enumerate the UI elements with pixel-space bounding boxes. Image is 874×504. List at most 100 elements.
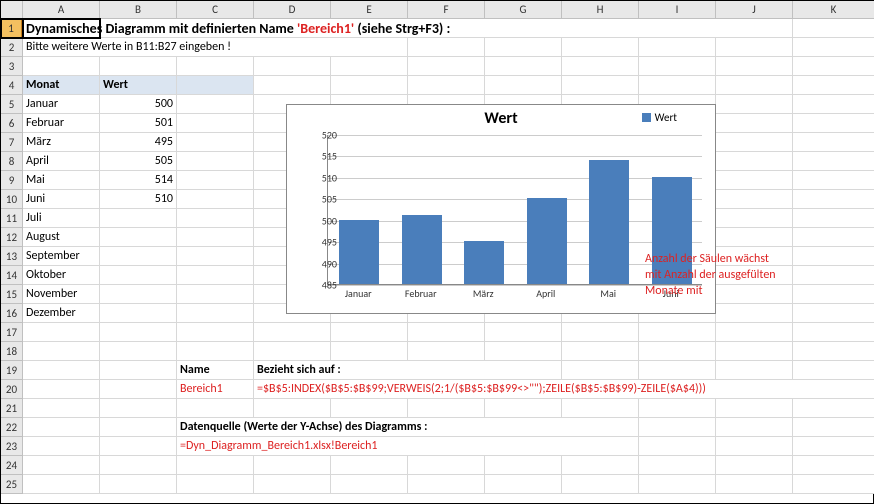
row-header-15[interactable]: 15: [1, 285, 23, 304]
row-header-9[interactable]: 9: [1, 171, 23, 190]
value-cell[interactable]: 514: [100, 171, 177, 190]
cell-E4[interactable]: [331, 76, 408, 95]
cell-K14[interactable]: [793, 266, 874, 285]
cell-C16[interactable]: [177, 304, 254, 323]
month-cell[interactable]: März: [23, 133, 100, 152]
value-cell[interactable]: 501: [100, 114, 177, 133]
cell-G3[interactable]: [485, 57, 562, 76]
cell-I3[interactable]: [639, 57, 716, 76]
cell-B25[interactable]: [100, 475, 177, 494]
month-cell[interactable]: November: [23, 285, 100, 304]
cell-I24[interactable]: [639, 456, 716, 475]
cell-J4[interactable]: [716, 76, 793, 95]
cell-K22[interactable]: [793, 418, 874, 437]
cell-A25[interactable]: [23, 475, 100, 494]
value-cell[interactable]: [100, 285, 177, 304]
row-header-4[interactable]: 4: [1, 76, 23, 95]
month-cell[interactable]: Dezember: [23, 304, 100, 323]
cell-C10[interactable]: [177, 190, 254, 209]
cell-E17[interactable]: [331, 323, 408, 342]
cell-K19[interactable]: [793, 361, 874, 380]
bar-Februar[interactable]: [402, 215, 442, 284]
cell-K4[interactable]: [793, 76, 874, 95]
datasource-label[interactable]: Datenquelle (Werte der Y-Achse) des Diag…: [177, 418, 639, 437]
month-cell[interactable]: Juli: [23, 209, 100, 228]
value-cell[interactable]: 495: [100, 133, 177, 152]
cell-K5[interactable]: [793, 95, 874, 114]
cell-J23[interactable]: [716, 437, 793, 456]
cell-K21[interactable]: [793, 399, 874, 418]
cell-E18[interactable]: [331, 342, 408, 361]
cell-H21[interactable]: [562, 399, 639, 418]
table-header-value[interactable]: Wert: [100, 76, 177, 95]
cell-H17[interactable]: [562, 323, 639, 342]
cell-K2[interactable]: [793, 38, 874, 57]
cell-K23[interactable]: [793, 437, 874, 456]
cell-K24[interactable]: [793, 456, 874, 475]
row-header-6[interactable]: 6: [1, 114, 23, 133]
cell-A21[interactable]: [23, 399, 100, 418]
month-cell[interactable]: Juni: [23, 190, 100, 209]
cell-C7[interactable]: [177, 133, 254, 152]
cell-J12[interactable]: [716, 228, 793, 247]
cell-A22[interactable]: [23, 418, 100, 437]
cell-C15[interactable]: [177, 285, 254, 304]
cell-B21[interactable]: [100, 399, 177, 418]
cell-C25[interactable]: [177, 475, 254, 494]
cell-C4[interactable]: [177, 76, 254, 95]
cell-J3[interactable]: [716, 57, 793, 76]
col-header-G[interactable]: G: [485, 1, 562, 19]
cell-D18[interactable]: [254, 342, 331, 361]
cell-G18[interactable]: [485, 342, 562, 361]
cell-B17[interactable]: [100, 323, 177, 342]
cell-G2[interactable]: [485, 38, 562, 57]
cell-C5[interactable]: [177, 95, 254, 114]
cell-G24[interactable]: [485, 456, 562, 475]
bar-April[interactable]: [527, 198, 567, 284]
cell-J22[interactable]: [716, 418, 793, 437]
cell-K15[interactable]: [793, 285, 874, 304]
month-cell[interactable]: Mai: [23, 171, 100, 190]
row-header-11[interactable]: 11: [1, 209, 23, 228]
cell-K25[interactable]: [793, 475, 874, 494]
cell-H4[interactable]: [562, 76, 639, 95]
refersto-label[interactable]: Bezieht sich auf :: [254, 361, 562, 380]
cell-B19[interactable]: [100, 361, 177, 380]
formula[interactable]: =$B$5:INDEX($B$5:$B$99;VERWEIS(2;1/($B$5…: [254, 380, 874, 399]
bar-Januar[interactable]: [339, 220, 379, 284]
cell-K1[interactable]: [793, 19, 874, 38]
cell-J16[interactable]: [716, 304, 793, 323]
value-cell[interactable]: 510: [100, 190, 177, 209]
cell-C6[interactable]: [177, 114, 254, 133]
cell-K10[interactable]: [793, 190, 874, 209]
row-header-3[interactable]: 3: [1, 57, 23, 76]
cell-J6[interactable]: [716, 114, 793, 133]
cell-K13[interactable]: [793, 247, 874, 266]
cell-K8[interactable]: [793, 152, 874, 171]
cell-H24[interactable]: [562, 456, 639, 475]
cell-J21[interactable]: [716, 399, 793, 418]
cell-I18[interactable]: [639, 342, 716, 361]
cell-I19[interactable]: [639, 361, 716, 380]
cell-H3[interactable]: [562, 57, 639, 76]
cell-K17[interactable]: [793, 323, 874, 342]
cell-E3[interactable]: [331, 57, 408, 76]
cell-C9[interactable]: [177, 171, 254, 190]
cell-B23[interactable]: [100, 437, 177, 456]
cell-I4[interactable]: [639, 76, 716, 95]
cell-F21[interactable]: [408, 399, 485, 418]
cell-F25[interactable]: [408, 475, 485, 494]
cell-I25[interactable]: [639, 475, 716, 494]
cell-G21[interactable]: [485, 399, 562, 418]
cell-K3[interactable]: [793, 57, 874, 76]
row-header-12[interactable]: 12: [1, 228, 23, 247]
cell-E21[interactable]: [331, 399, 408, 418]
cell-D17[interactable]: [254, 323, 331, 342]
col-header-A[interactable]: A: [23, 1, 100, 19]
row-header-14[interactable]: 14: [1, 266, 23, 285]
cell-A19[interactable]: [23, 361, 100, 380]
cell-D4[interactable]: [254, 76, 331, 95]
cell-K16[interactable]: [793, 304, 874, 323]
cell-H19[interactable]: [562, 361, 639, 380]
cell-C18[interactable]: [177, 342, 254, 361]
